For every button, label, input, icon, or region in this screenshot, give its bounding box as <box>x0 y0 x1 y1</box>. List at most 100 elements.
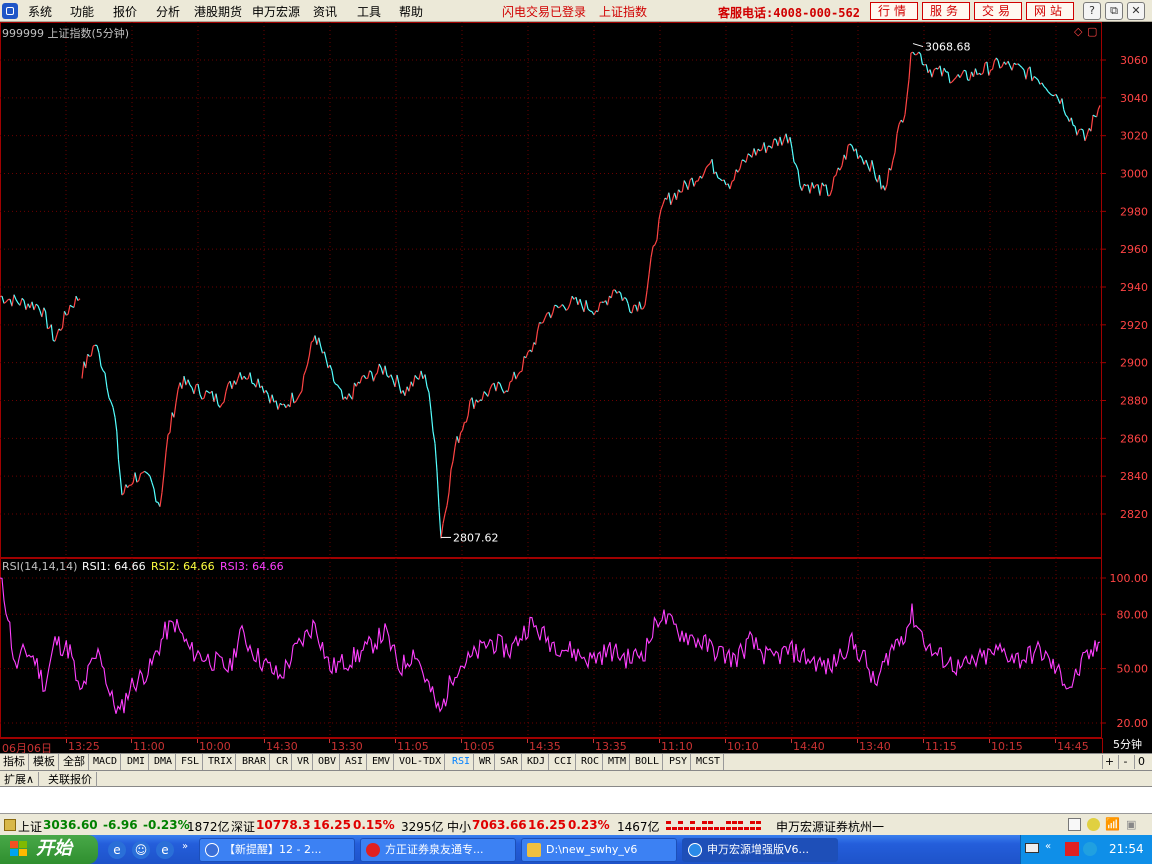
time-axis-tick <box>1055 739 1056 743</box>
start-label: 开始 <box>36 838 72 859</box>
rsi-panel[interactable]: 100.00 80.00 50.00 20.00 RSI(14,14,14) RSI1… <box>0 558 1152 738</box>
menu-analysis[interactable]: 分析 <box>156 3 180 20</box>
indicator-tab-cn[interactable]: 全部 <box>60 754 89 770</box>
menu-hk-futures[interactable]: 港股期货 <box>194 3 242 20</box>
menu-function[interactable]: 功能 <box>70 3 94 20</box>
chart-maximize-icon[interactable]: ▢ <box>1087 25 1097 38</box>
smile-icon[interactable] <box>1087 818 1100 831</box>
task-swhy[interactable]: 申万宏源增强版V6... <box>682 838 838 862</box>
tab-related-quotes[interactable]: 关联报价 <box>44 772 97 787</box>
price-tick-label: 2940 <box>1120 281 1148 294</box>
meter-cell <box>666 821 671 824</box>
rsi2-value: RSI2: 64.66 <box>151 560 215 573</box>
rsi1-value: RSI1: 64.66 <box>82 560 146 573</box>
chart-options-icon[interactable]: ◇ <box>1074 25 1082 38</box>
time-axis-label: 11:05 <box>397 740 429 753</box>
price-chart-panel[interactable]: 3068.68 2807.62 2820 2840 2860 2880 2900 2920 2… <box>0 22 1152 558</box>
meter-cell <box>738 821 743 824</box>
ie-quicklaunch-icon[interactable]: e <box>108 841 126 859</box>
rsi-chart[interactable]: 100.00 80.00 50.00 20.00 <box>0 558 1152 738</box>
restore-icon[interactable]: ⧉ <box>1105 2 1123 20</box>
menu-system[interactable]: 系统 <box>28 3 52 20</box>
indicator-tab-dmi[interactable]: DMI <box>124 754 150 770</box>
indicator-tab-roc[interactable]: ROC <box>578 754 604 770</box>
swhy-task-icon <box>688 843 702 857</box>
menu-quote[interactable]: 报价 <box>113 3 137 20</box>
task-folder[interactable]: D:\new_swhy_v6 <box>521 838 677 862</box>
indicator-tab-kdj[interactable]: KDJ <box>524 754 550 770</box>
alert-icon[interactable] <box>4 819 16 831</box>
ie2-quicklaunch-icon[interactable]: e <box>156 841 174 859</box>
trade-button[interactable]: 交易 <box>974 2 1022 20</box>
indicator-tab-boll[interactable]: BOLL <box>632 754 664 770</box>
reset-button[interactable]: 0 <box>1134 755 1148 769</box>
website-button[interactable]: 网站 <box>1026 2 1074 20</box>
indicator-tab-macd[interactable]: MACD <box>90 754 122 770</box>
quote-button[interactable]: 行情 <box>870 2 918 20</box>
indicator-tab-cn[interactable]: 模板 <box>30 754 59 770</box>
indicator-tab-cr[interactable]: CR <box>273 754 293 770</box>
indicator-tab-emv[interactable]: EMV <box>369 754 395 770</box>
sh-index-change: -6.96 <box>103 818 138 832</box>
start-button[interactable]: 开始 <box>0 835 98 864</box>
rsi-tick-label: 50.00 <box>1117 663 1149 676</box>
time-axis-label: 13:40 <box>859 740 891 753</box>
network-icon[interactable] <box>1083 842 1097 856</box>
indicator-tab-cn[interactable]: 指标 <box>0 754 29 770</box>
menu-help[interactable]: 帮助 <box>399 3 423 20</box>
task-forum-label: 【新提醒】12 - 2... <box>224 843 322 856</box>
rsi-params: RSI(14,14,14) <box>2 560 78 573</box>
current-index-label[interactable]: 上证指数 <box>599 3 647 20</box>
indicator-tab-wr[interactable]: WR <box>476 754 496 770</box>
menu-news[interactable]: 资讯 <box>313 3 337 20</box>
zoom-in-button[interactable]: + <box>1102 755 1116 769</box>
indicator-tab-obv[interactable]: OBV <box>315 754 341 770</box>
indicator-tab-dma[interactable]: DMA <box>151 754 177 770</box>
time-axis-label: 11:15 <box>925 740 957 753</box>
indicator-tab-sar[interactable]: SAR <box>497 754 523 770</box>
tab-extend[interactable]: 扩展∧ <box>0 772 40 787</box>
indicator-tab-mcst[interactable]: MCST <box>693 754 725 770</box>
tray-expand-icon[interactable]: « <box>1045 841 1051 852</box>
indicator-tab-vr[interactable]: VR <box>294 754 314 770</box>
window-icon[interactable] <box>1068 818 1081 831</box>
zoom-out-button[interactable]: - <box>1118 755 1132 769</box>
time-axis-tick <box>131 739 132 743</box>
menu-swhy[interactable]: 申万宏源 <box>252 3 300 20</box>
price-chart[interactable]: 3068.68 2807.62 2820 2840 2860 2880 2900 2920 2… <box>0 22 1152 558</box>
ime-icon[interactable] <box>1065 842 1079 856</box>
browser-quicklaunch-icon[interactable]: ☺ <box>132 841 150 859</box>
time-axis-label: 11:10 <box>661 740 693 753</box>
keyboard-icon[interactable] <box>1025 843 1039 853</box>
time-axis-tick <box>395 739 396 743</box>
indicator-tab-fsl[interactable]: FSL <box>178 754 204 770</box>
indicator-tab-mtm[interactable]: MTM <box>605 754 631 770</box>
indicator-tab-asi[interactable]: ASI <box>342 754 368 770</box>
close-icon[interactable]: ✕ <box>1127 2 1145 20</box>
meter-cell <box>732 827 737 830</box>
period-selector[interactable]: 5分钟 <box>1102 738 1152 753</box>
indicator-tab-trix[interactable]: TRIX <box>205 754 237 770</box>
task-founder[interactable]: 方正证券泉友通专... <box>360 838 516 862</box>
indicator-tab-psy[interactable]: PSY <box>666 754 692 770</box>
price-segment <box>589 310 593 313</box>
indicator-tab-bar: 指标 模板 全部 MACD DMI DMA FSL TRIX BRAR CR VR OBV ASI EMV… <box>0 753 1152 770</box>
lock-icon[interactable]: ▣ <box>1126 818 1136 831</box>
indicator-tab-rsi[interactable]: RSI <box>449 754 475 770</box>
indicator-tab-cci[interactable]: CCI <box>551 754 577 770</box>
indicator-tab-brar[interactable]: BRAR <box>239 754 271 770</box>
sz-index-volume: 3295亿 <box>401 820 444 834</box>
meter-cell <box>750 821 755 824</box>
app-logo-icon <box>2 3 18 19</box>
sh-index-volume: 1872亿 <box>187 820 230 834</box>
service-button[interactable]: 服务 <box>922 2 970 20</box>
hotline-text: 客服电话:4008-000-562 <box>718 6 860 20</box>
time-axis-label: 13:30 <box>331 740 363 753</box>
meter-cell <box>726 827 731 830</box>
task-forum[interactable]: 【新提醒】12 - 2... <box>199 838 355 862</box>
indicator-tab-vol-tdx[interactable]: VOL-TDX <box>396 754 446 770</box>
signal-icon[interactable]: 📶 <box>1105 817 1120 831</box>
help-icon[interactable]: ? <box>1083 2 1101 20</box>
quicklaunch-more-icon[interactable]: » <box>182 841 188 852</box>
menu-tools[interactable]: 工具 <box>357 3 381 20</box>
